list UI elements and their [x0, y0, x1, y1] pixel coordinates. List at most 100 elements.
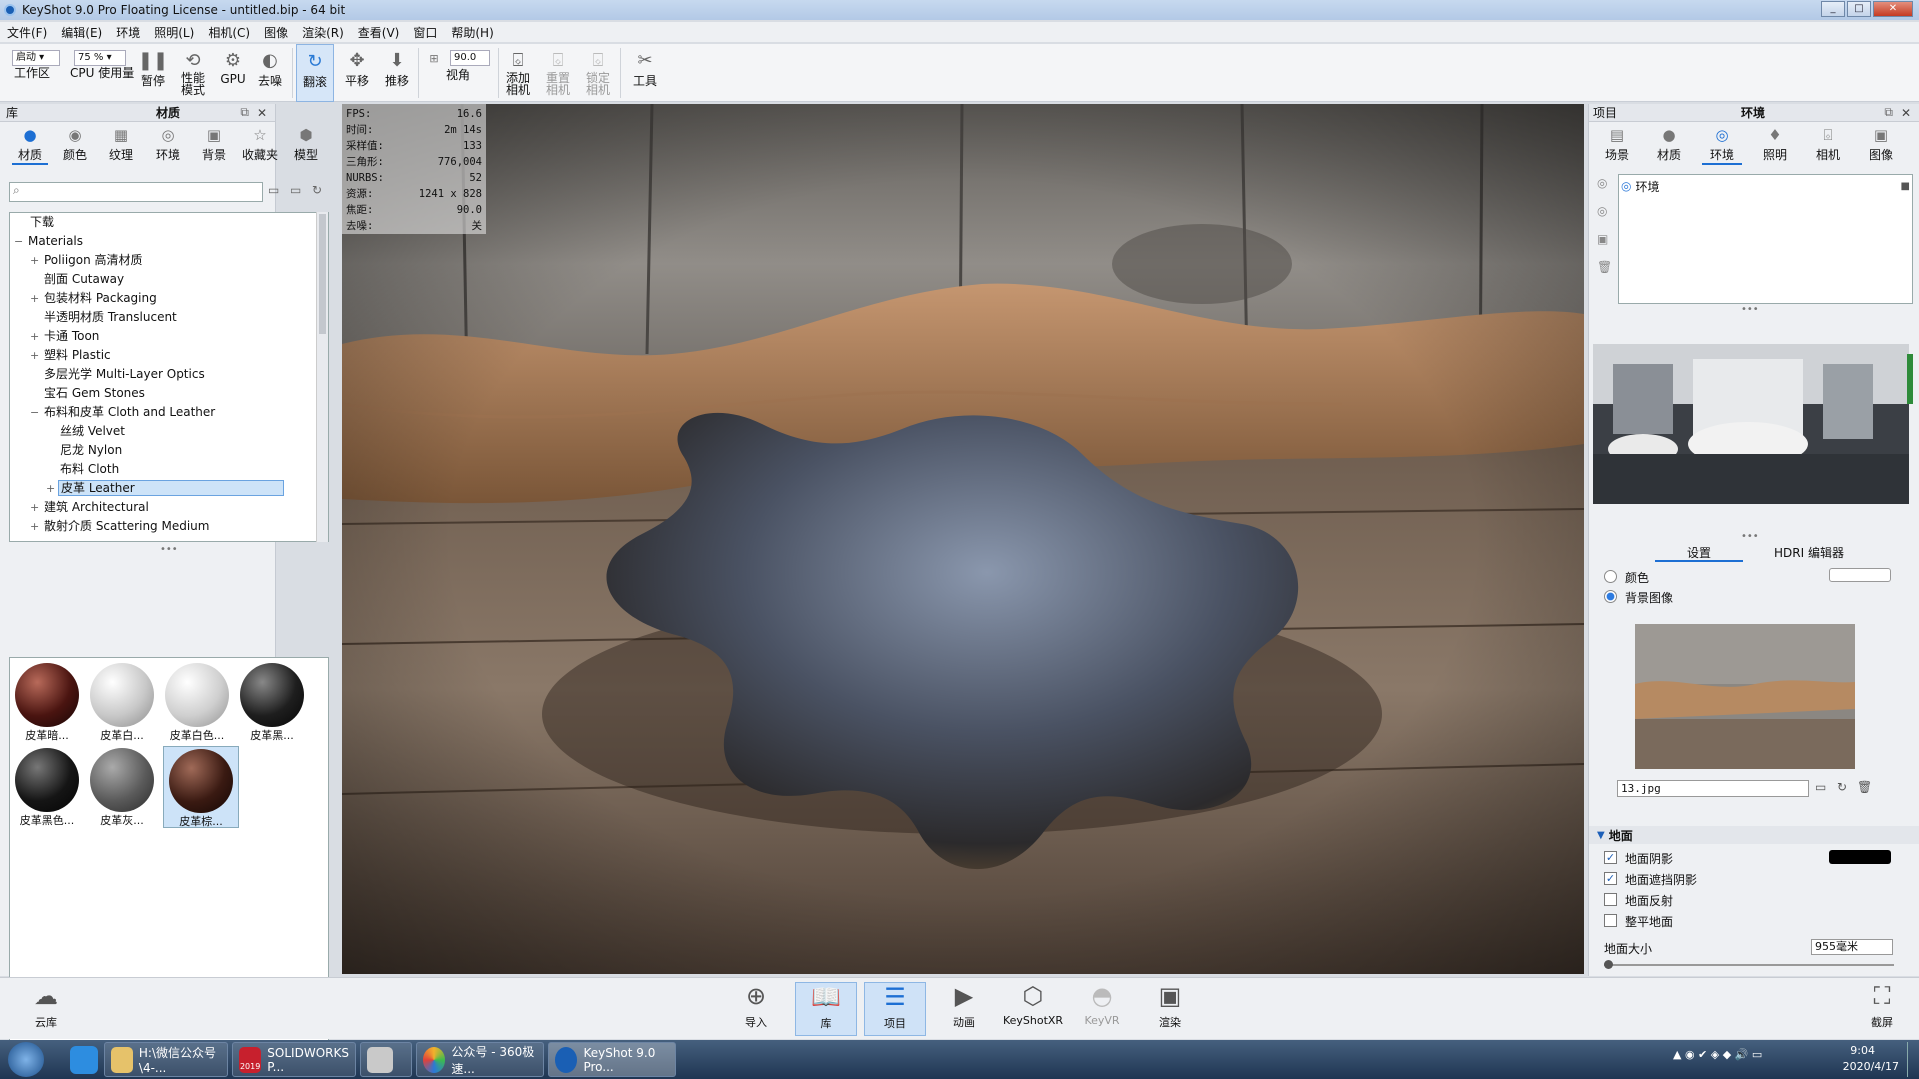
bg-color-radio[interactable]: [1604, 570, 1617, 583]
hdri-scrollbar[interactable]: [1907, 354, 1913, 404]
ground-reflection-checkbox[interactable]: [1604, 893, 1617, 906]
expand-icon[interactable]: +: [30, 346, 40, 365]
tools-button[interactable]: ✂ 工具: [630, 44, 660, 102]
pinned-app-icon[interactable]: [70, 1046, 98, 1074]
add-environment-icon[interactable]: ◎: [1597, 176, 1607, 190]
lock-icon[interactable]: ■: [1901, 181, 1910, 192]
library-button[interactable]: 📖 库: [795, 982, 857, 1036]
proj-tab-scene[interactable]: ▤ 场景: [1597, 126, 1637, 163]
tree-item[interactable]: + 散射介质 Scattering Medium: [10, 517, 328, 536]
taskbar-item-browser[interactable]: 公众号 - 360极速...: [416, 1042, 544, 1077]
tree-item[interactable]: 下载: [10, 213, 328, 232]
tree-item[interactable]: + 建筑 Architectural: [10, 498, 328, 517]
collapse-icon[interactable]: −: [30, 403, 40, 422]
expand-icon[interactable]: +: [30, 498, 40, 517]
tree-item-selected[interactable]: + 皮革 Leather: [10, 479, 328, 498]
render-viewport[interactable]: FPS: 16.6 时间: 2m 14s 采样值: 133 三角形: 776,004 N…: [342, 104, 1584, 974]
lib-tab-models[interactable]: ⬢ 模型: [288, 126, 324, 163]
expand-icon[interactable]: +: [30, 251, 40, 270]
tree-item[interactable]: + Poliigon 高清材质: [10, 251, 328, 270]
expand-icon[interactable]: +: [30, 327, 40, 346]
menu-lighting[interactable]: 照明(L): [154, 24, 194, 41]
bg-image-radio[interactable]: [1604, 590, 1617, 603]
splitter-handle[interactable]: •••: [1741, 304, 1759, 315]
undock-icon[interactable]: ⧉: [1884, 105, 1893, 120]
tree-item[interactable]: 尼龙 Nylon: [10, 441, 328, 460]
taskbar-item-app[interactable]: [360, 1042, 412, 1077]
ground-size-input[interactable]: 955毫米: [1811, 939, 1893, 955]
tree-scrollbar[interactable]: [316, 212, 328, 542]
tree-item[interactable]: + 卡通 Toon: [10, 327, 328, 346]
lib-tab-textures[interactable]: ▦ 纹理: [103, 126, 139, 163]
delete-icon[interactable]: 🗑: [1597, 260, 1612, 274]
start-button[interactable]: [8, 1042, 44, 1077]
tray-icons[interactable]: ▲ ◉ ✔ ◈ ◆ 🔊 ▭: [1673, 1048, 1762, 1061]
refresh-icon[interactable]: ↻: [312, 183, 322, 197]
flatten-ground-checkbox[interactable]: [1604, 914, 1617, 927]
lib-tab-colors[interactable]: ◉ 颜色: [57, 126, 93, 163]
proj-tab-lighting[interactable]: ♦ 照明: [1755, 126, 1795, 163]
reset-camera-button[interactable]: ⌺ 重置 相机: [544, 44, 572, 102]
tab-hdri-editor[interactable]: HDRI 编辑器: [1749, 544, 1869, 562]
splitter-handle[interactable]: •••: [160, 544, 178, 555]
menu-image[interactable]: 图像: [264, 24, 288, 41]
expand-icon[interactable]: +: [30, 289, 40, 308]
lib-tab-materials[interactable]: ● 材质: [12, 126, 48, 165]
material-thumb[interactable]: 皮革白...: [88, 661, 156, 743]
menu-camera[interactable]: 相机(C): [208, 24, 250, 41]
lib-tab-favorites[interactable]: ☆ 收藏夹: [242, 126, 278, 163]
lock-camera-button[interactable]: ⌺ 锁定 相机: [584, 44, 612, 102]
material-thumb[interactable]: 皮革白色...: [163, 661, 231, 743]
tree-item[interactable]: 半透明材质 Translucent: [10, 308, 328, 327]
menu-view[interactable]: 查看(V): [358, 24, 400, 41]
animation-button[interactable]: ▶ 动画: [936, 982, 992, 1036]
expand-icon[interactable]: +: [46, 479, 56, 498]
gpu-button[interactable]: ⚙ GPU: [220, 44, 246, 102]
denoise-button[interactable]: ◐ 去噪: [255, 44, 285, 102]
keyvr-button[interactable]: ◓ KeyVR: [1074, 982, 1130, 1036]
import-button[interactable]: ⊕ 导入: [728, 982, 784, 1036]
menu-file[interactable]: 文件(F): [7, 24, 47, 41]
taskbar-item-keyshot[interactable]: KeyShot 9.0 Pro...: [548, 1042, 676, 1077]
proj-tab-environment[interactable]: ◎ 环境: [1702, 126, 1742, 165]
tab-settings[interactable]: 设置: [1655, 544, 1743, 562]
material-thumb[interactable]: 皮革暗...: [13, 661, 81, 743]
tree-item[interactable]: 布料 Cloth: [10, 460, 328, 479]
material-thumb[interactable]: 皮革灰...: [88, 746, 156, 828]
lib-tab-backplates[interactable]: ▣ 背景: [196, 126, 232, 163]
splitter-handle[interactable]: •••: [1741, 531, 1759, 542]
refresh-icon[interactable]: ↻: [1837, 780, 1847, 794]
performance-mode-button[interactable]: ⟲ 性能 模式: [178, 44, 208, 102]
duplicate-environment-icon[interactable]: ◎: [1597, 204, 1607, 218]
tree-item[interactable]: 宝石 Gem Stones: [10, 384, 328, 403]
render-button[interactable]: ▣ 渲染: [1142, 982, 1198, 1036]
dolly-button[interactable]: ⬇ 推移: [382, 44, 412, 102]
proj-tab-camera[interactable]: ⌺ 相机: [1808, 126, 1848, 163]
tree-item[interactable]: + 塑料 Plastic: [10, 346, 328, 365]
clock-date[interactable]: 2020/4/17: [1843, 1060, 1899, 1073]
ground-occlusion-checkbox[interactable]: ✓: [1604, 872, 1617, 885]
ground-size-slider[interactable]: [1604, 960, 1894, 969]
menu-edit[interactable]: 编辑(E): [61, 24, 102, 41]
clock-time[interactable]: 9:04: [1850, 1044, 1875, 1057]
bg-color-swatch[interactable]: [1829, 568, 1891, 582]
project-button[interactable]: ☰ 项目: [864, 982, 926, 1036]
add-camera-button[interactable]: ⌺ 添加 相机: [504, 44, 532, 102]
folder-icon[interactable]: ▭: [268, 183, 279, 197]
panel-close-icon[interactable]: ✕: [1901, 106, 1911, 120]
close-button[interactable]: ✕: [1873, 1, 1913, 17]
keyshotxr-button[interactable]: ⬡ KeyShotXR: [1000, 982, 1066, 1036]
material-thumb-selected[interactable]: 皮革棕...: [163, 746, 239, 828]
minimize-button[interactable]: _: [1821, 1, 1845, 17]
maximize-button[interactable]: □: [1847, 1, 1871, 17]
tree-item[interactable]: − Materials: [10, 232, 328, 251]
menu-window[interactable]: 窗口: [413, 24, 437, 41]
ground-section-header[interactable]: ▼ 地面: [1589, 826, 1919, 844]
tree-item[interactable]: 多层光学 Multi-Layer Optics: [10, 365, 328, 384]
background-image-preview[interactable]: [1635, 624, 1855, 769]
taskbar-item-explorer[interactable]: H:\微信公众号\4-...: [104, 1042, 228, 1077]
folder-add-icon[interactable]: ▭: [290, 183, 301, 197]
tree-item[interactable]: 剖面 Cutaway: [10, 270, 328, 289]
ground-shadow-color[interactable]: [1829, 850, 1891, 864]
panel-close-icon[interactable]: ✕: [257, 106, 267, 120]
